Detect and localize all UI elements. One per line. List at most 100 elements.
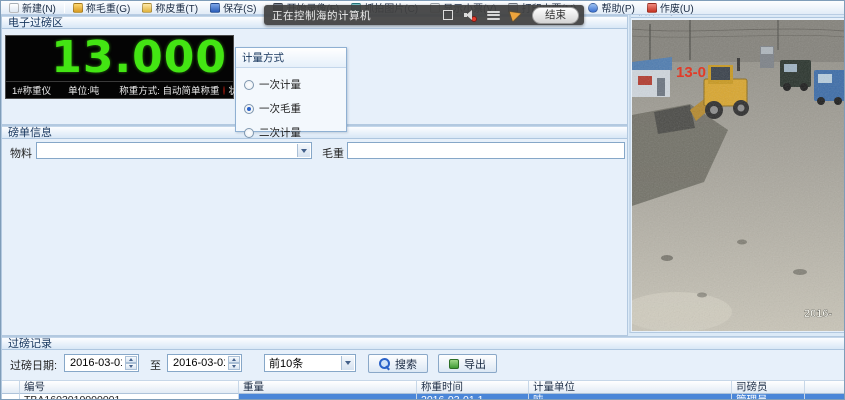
- new-button-label: 新建(N): [22, 4, 56, 15]
- camera-feed: 13-0 2016-: [632, 20, 844, 331]
- material-label: 物料: [10, 148, 32, 160]
- weigh-tare-label: 称皮重(T): [155, 4, 199, 15]
- help-label: 帮助(P): [601, 4, 635, 15]
- row-selector-header: [2, 380, 20, 394]
- search-button[interactable]: 搜索: [368, 354, 428, 373]
- unit-label: 单位:吨: [68, 86, 100, 97]
- radio-once-meter-label: 一次计量: [259, 79, 301, 91]
- gross-weight-label: 毛重: [322, 148, 344, 160]
- radio-once-meter[interactable]: [244, 79, 254, 90]
- radio-row-twice-meter[interactable]: 二次计量: [244, 125, 346, 140]
- column-header-blank: [805, 380, 844, 394]
- export-button[interactable]: 导出: [438, 354, 497, 373]
- search-icon: [379, 358, 390, 369]
- records-panel-title: 过磅记录: [2, 337, 844, 350]
- remote-control-bar: 正在控制海的计算机 结束: [264, 5, 584, 25]
- weigh-mode-label: 称重方式: 自动简单称重: [119, 86, 220, 97]
- weigh-gross-icon: [72, 2, 83, 13]
- material-dropdown-button[interactable]: [297, 144, 310, 157]
- cell-time[interactable]: 2016-03-01 1: [417, 394, 529, 399]
- date-from-spinner[interactable]: [64, 354, 139, 372]
- limit-dropdown-button[interactable]: [341, 356, 354, 370]
- cell-blank: [805, 394, 844, 399]
- gross-weight-input[interactable]: [348, 143, 624, 158]
- radio-row-once-gross[interactable]: 一次毛重: [244, 101, 346, 116]
- cell-unit[interactable]: 吨: [529, 394, 732, 399]
- chevron-down-icon: [301, 148, 307, 153]
- void-label: 作废(U): [659, 4, 694, 15]
- records-table: 编号 重量 称重时间 计量单位 司磅员 TBA1603010000001 201…: [2, 380, 844, 399]
- scale-name: 1#称重仪: [12, 86, 52, 97]
- led-status-strip: 1#称重仪 单位:吨 称重方式: 自动简单称重 状态: [6, 81, 248, 98]
- weigh-gross-button[interactable]: 称毛重(G): [68, 1, 135, 15]
- date-from-spin-buttons[interactable]: [125, 356, 137, 370]
- radio-twice-meter-label: 二次计量: [259, 127, 301, 139]
- help-icon: [588, 2, 599, 13]
- column-header-id[interactable]: 编号: [20, 380, 239, 394]
- status-indicator-dot: [222, 85, 225, 95]
- radio-once-gross[interactable]: [244, 103, 254, 114]
- new-doc-icon: [9, 2, 19, 13]
- records-panel: 过磅记录 过磅日期: 至 搜索 导出: [1, 336, 844, 399]
- end-session-button[interactable]: 结束: [532, 6, 579, 24]
- gross-weight-field[interactable]: [347, 142, 625, 159]
- camera-scene: 13-0 2016-: [632, 20, 844, 331]
- weigh-tare-icon: [142, 2, 153, 13]
- weigh-gross-label: 称毛重(G): [85, 4, 131, 15]
- weight-value: 13.000: [51, 32, 227, 83]
- cell-id[interactable]: TBA1603010000001: [20, 394, 239, 399]
- table-row[interactable]: TBA1603010000001 2016-03-01 1 吨 管理员: [2, 394, 844, 399]
- date-to-spin-buttons[interactable]: [228, 356, 240, 370]
- new-button[interactable]: 新建(N): [4, 1, 61, 15]
- remote-bar-icons: 结束: [443, 6, 579, 24]
- save-label: 保存(S): [223, 4, 257, 15]
- record-limit-dropdown[interactable]: [264, 354, 356, 372]
- save-icon: [210, 2, 221, 13]
- speaker-muted-icon[interactable]: [464, 10, 477, 22]
- material-combobox[interactable]: [36, 142, 312, 159]
- remote-status-text: 正在控制海的计算机: [272, 9, 371, 22]
- radio-once-gross-label: 一次毛重: [259, 103, 301, 115]
- remote-cursor-icon[interactable]: [509, 8, 523, 22]
- spin-up-icon[interactable]: [125, 356, 137, 363]
- search-button-label: 搜索: [395, 358, 417, 371]
- fullscreen-icon[interactable]: [443, 10, 453, 20]
- save-button[interactable]: 保存(S): [205, 1, 261, 15]
- void-button[interactable]: 作废(U): [642, 1, 699, 15]
- export-icon: [449, 358, 459, 369]
- waves-icon[interactable]: [487, 10, 500, 20]
- video-monitor-panel: 视频监控: [629, 4, 844, 333]
- metering-mode-box: 计量方式 一次计量 一次毛重 二次计量: [235, 47, 347, 139]
- video-noise: [632, 20, 844, 331]
- records-filter-row: 过磅日期: 至 搜索 导出: [2, 354, 844, 376]
- weigh-panel: 电子过磅区 13.000 1#称重仪 单位:吨 称重方式: 自动简单称重 状态 …: [1, 15, 628, 139]
- radio-row-once-meter[interactable]: 一次计量: [244, 77, 346, 92]
- date-to-spinner[interactable]: [167, 354, 242, 372]
- ticket-field-row: 物料 毛重: [2, 142, 627, 160]
- weigh-tare-button[interactable]: 称皮重(T): [137, 1, 203, 15]
- radio-twice-meter[interactable]: [244, 127, 254, 138]
- column-header-weight[interactable]: 重量: [239, 380, 417, 394]
- help-button[interactable]: 帮助(P): [583, 1, 639, 15]
- records-table-header: 编号 重量 称重时间 计量单位 司磅员: [2, 380, 844, 394]
- toolbar-separator: [63, 2, 65, 13]
- column-header-unit[interactable]: 计量单位: [529, 380, 732, 394]
- spin-down-icon[interactable]: [228, 363, 240, 370]
- camera-timestamp: 2016-: [804, 308, 832, 320]
- to-label: 至: [150, 360, 161, 372]
- row-selector-cell[interactable]: [2, 394, 20, 399]
- material-input[interactable]: [37, 143, 311, 158]
- spin-up-icon[interactable]: [228, 356, 240, 363]
- weight-led-display: 13.000 1#称重仪 单位:吨 称重方式: 自动简单称重 状态: [5, 32, 248, 99]
- date-range-label: 过磅日期:: [10, 360, 58, 372]
- app-window: 新建(N) 称毛重(G) 称皮重(T) 保存(S) 开始录像(F) 抓拍图片(C…: [0, 0, 845, 400]
- spin-down-icon[interactable]: [125, 363, 137, 370]
- column-header-time[interactable]: 称重时间: [417, 380, 529, 394]
- chevron-down-icon: [345, 361, 351, 365]
- cell-operator[interactable]: 管理员: [732, 394, 805, 399]
- export-button-label: 导出: [464, 358, 486, 371]
- cell-weight[interactable]: [239, 394, 417, 399]
- column-header-operator[interactable]: 司磅员: [732, 380, 805, 394]
- metering-box-title: 计量方式: [236, 48, 346, 68]
- ticket-info-panel: 磅单信息 物料 毛重: [1, 125, 628, 336]
